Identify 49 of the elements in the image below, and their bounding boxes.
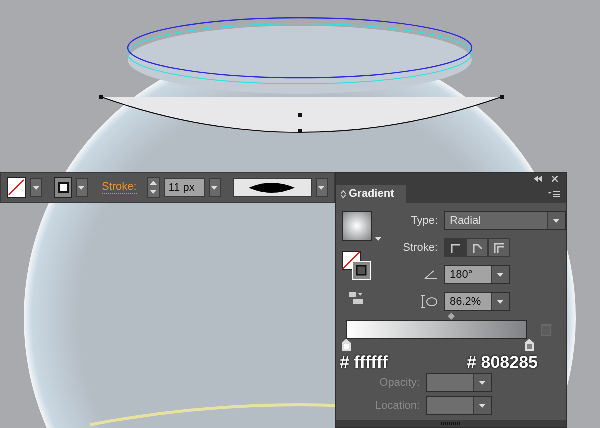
aspect-ratio-field[interactable]: 86.2% xyxy=(444,292,510,311)
gradient-annotator-icon[interactable] xyxy=(348,291,364,305)
dropdown-button[interactable] xyxy=(491,266,509,283)
resize-grip-icon[interactable] xyxy=(441,422,461,425)
stroke-gradient-button[interactable] xyxy=(466,238,488,257)
panel-tab[interactable]: Gradient xyxy=(336,185,406,203)
dropdown-button[interactable] xyxy=(491,293,509,310)
angle-icon xyxy=(424,270,438,280)
color-stop[interactable] xyxy=(525,339,534,351)
caret-icon xyxy=(479,404,486,408)
caret-icon xyxy=(497,300,504,304)
close-icon[interactable] xyxy=(552,176,558,182)
stroke-swatch[interactable] xyxy=(54,177,72,198)
up-down-arrows-icon xyxy=(341,190,346,198)
caret-icon xyxy=(497,272,504,276)
fill-none-swatch[interactable] xyxy=(7,177,26,198)
dropdown-button[interactable] xyxy=(316,178,328,197)
caret-icon xyxy=(32,186,40,190)
caret-icon xyxy=(553,218,560,222)
aspect-ratio-icon xyxy=(420,294,438,308)
width-profile-field[interactable] xyxy=(232,178,312,197)
caret-icon xyxy=(479,380,486,384)
caret-icon xyxy=(78,186,86,190)
stepper-button[interactable] xyxy=(146,177,160,198)
dropdown-button[interactable] xyxy=(547,212,565,229)
fill-stroke-icon[interactable] xyxy=(342,251,372,281)
gradient-preview-swatch[interactable] xyxy=(342,211,372,241)
hex-annotation: # 808285 xyxy=(467,353,538,373)
dropdown-button[interactable] xyxy=(208,178,221,197)
caret-icon xyxy=(211,186,218,190)
field-label: Stroke: xyxy=(402,242,438,254)
up-arrow-icon xyxy=(150,180,157,185)
stroke-gradient-button[interactable] xyxy=(488,238,510,257)
caret-icon xyxy=(318,186,326,190)
dropdown-button[interactable] xyxy=(30,178,42,197)
field-label: Type: xyxy=(410,214,438,226)
type-dropdown[interactable]: Radial xyxy=(444,211,566,230)
collapse-icon[interactable] xyxy=(534,176,542,182)
angle-field[interactable]: 180° xyxy=(444,265,510,284)
color-stop[interactable] xyxy=(342,339,351,351)
gradient-slider[interactable] xyxy=(346,320,527,339)
menu-icon[interactable] xyxy=(548,190,560,198)
stroke-weight-field[interactable]: 11 px xyxy=(164,178,205,197)
caret-icon xyxy=(375,237,382,241)
down-arrow-icon xyxy=(150,190,157,194)
width-profile-icon xyxy=(249,182,296,194)
stroke-gradient-button[interactable] xyxy=(444,238,466,257)
dropdown-button[interactable] xyxy=(76,178,88,197)
hex-annotation: # ffffff xyxy=(340,353,388,373)
